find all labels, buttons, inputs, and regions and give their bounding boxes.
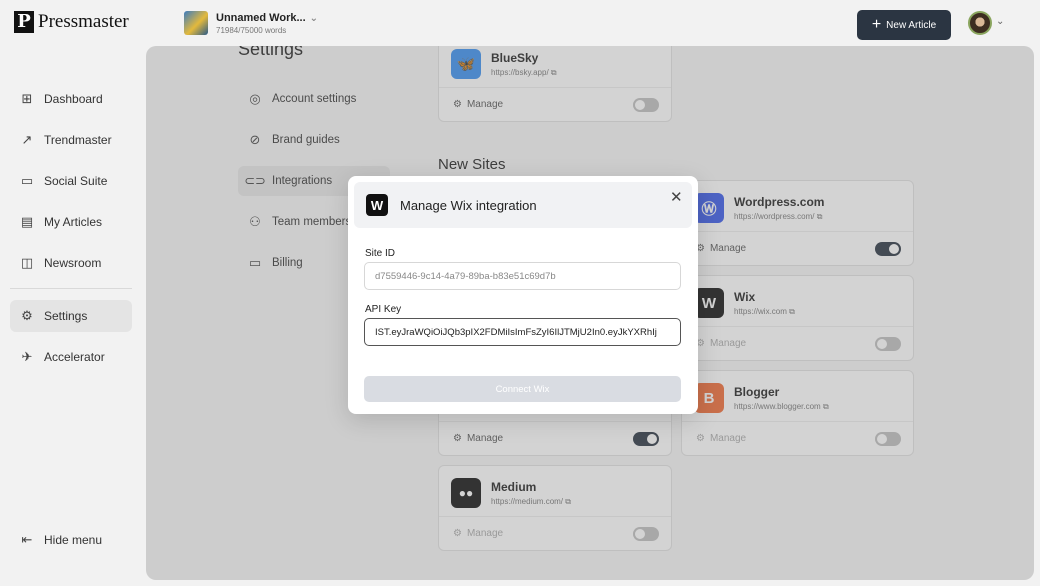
top-bar: P Pressmaster Unnamed Work... ⌄ 71984/750… xyxy=(0,0,1040,46)
sidebar-item-label: Newsroom xyxy=(44,256,102,270)
modal-title: Manage Wix integration xyxy=(400,197,537,213)
new-article-button[interactable]: + New Article xyxy=(857,10,951,40)
site-id-label: Site ID xyxy=(365,248,396,259)
app-logo[interactable]: P Pressmaster xyxy=(14,11,129,33)
sidebar-item-label: My Articles xyxy=(44,215,103,229)
sidebar-item-label: Accelerator xyxy=(44,350,105,364)
word-count: 71984/75000 words xyxy=(216,25,287,35)
rocket-icon: ✈ xyxy=(21,349,33,364)
sidebar-item-accelerator[interactable]: ✈ Accelerator xyxy=(10,341,132,373)
sidebar-item-my-articles[interactable]: ▤ My Articles xyxy=(10,206,132,238)
site-id-input[interactable]: d7559446-9c14-4a79-89ba-b83e51c69d7b xyxy=(364,262,681,290)
social-icon: ▭ xyxy=(20,173,34,188)
trend-icon: ↗ xyxy=(21,132,33,147)
modal-header: W Manage Wix integration xyxy=(354,182,692,228)
articles-icon: ▤ xyxy=(20,214,34,229)
new-article-label: New Article xyxy=(886,19,937,31)
hide-menu-label: Hide menu xyxy=(44,533,103,547)
sidebar-item-settings[interactable]: ⚙ Settings xyxy=(10,300,132,332)
sidebar-item-label: Social Suite xyxy=(44,174,108,188)
close-icon[interactable]: ✕ xyxy=(670,188,683,206)
wix-logo-icon: W xyxy=(366,194,388,216)
workspace-switcher[interactable]: Unnamed Work... ⌄ 71984/75000 words xyxy=(184,11,318,35)
app-window: P Pressmaster Unnamed Work... ⌄ 71984/750… xyxy=(0,0,1040,586)
avatar[interactable] xyxy=(968,11,992,35)
logo-text: Pressmaster xyxy=(38,11,129,32)
workspace-name: Unnamed Work... ⌄ xyxy=(216,11,319,24)
sidebar-item-dashboard[interactable]: ⊞ Dashboard xyxy=(10,83,132,115)
manage-wix-modal: W Manage Wix integration ✕ Site ID d7559… xyxy=(348,176,698,414)
sidebar-item-label: Settings xyxy=(44,309,88,323)
grid-icon: ⊞ xyxy=(21,91,33,106)
sidebar-divider xyxy=(10,288,132,289)
connect-wix-button[interactable]: Connect Wix xyxy=(364,376,681,402)
hide-menu-button[interactable]: ⇤ Hide menu xyxy=(10,524,132,556)
sidebar-item-social-suite[interactable]: ▭ Social Suite xyxy=(10,165,132,197)
gear-icon: ⚙ xyxy=(21,308,33,323)
avatar-chevron-icon[interactable]: ⌄ xyxy=(996,16,1004,27)
logo-mark: P xyxy=(14,11,34,33)
sidebar: ⊞ Dashboard ↗ Trendmaster ▭ Social Suite… xyxy=(0,46,146,586)
sidebar-item-label: Trendmaster xyxy=(44,133,112,147)
sidebar-item-newsroom[interactable]: ◫ Newsroom xyxy=(10,247,132,279)
api-key-label: API Key xyxy=(365,304,402,315)
collapse-icon: ⇤ xyxy=(21,532,33,547)
workspace-thumbnail xyxy=(184,11,208,35)
newsroom-icon: ◫ xyxy=(20,255,34,270)
api-key-input[interactable]: IST.eyJraWQiOiJQb3pIX2FDMiIsImFsZyI6IlJT… xyxy=(364,318,681,346)
sidebar-item-trendmaster[interactable]: ↗ Trendmaster xyxy=(10,124,132,156)
plus-icon: + xyxy=(871,16,882,33)
sidebar-item-label: Dashboard xyxy=(44,92,103,106)
chevron-down-icon: ⌄ xyxy=(309,12,319,24)
